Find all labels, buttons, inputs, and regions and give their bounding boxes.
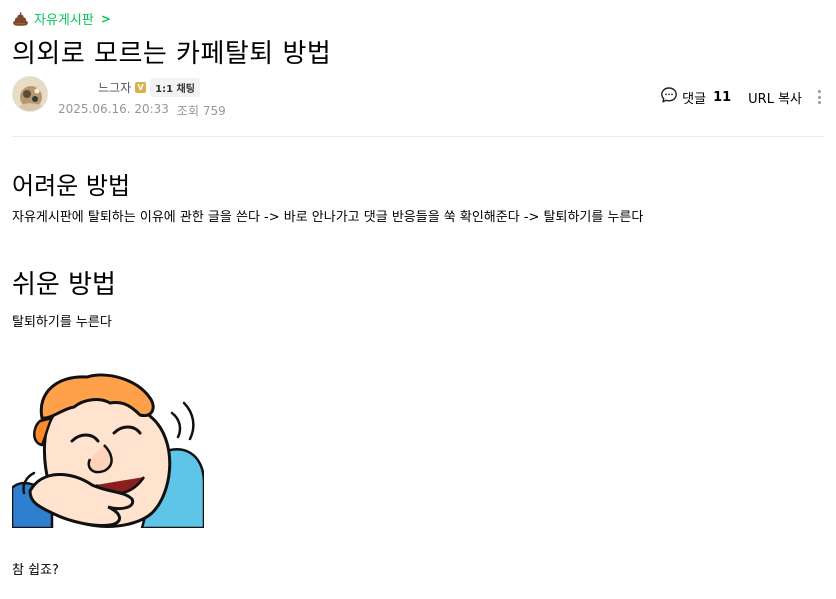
laughing-man-sticker bbox=[12, 373, 204, 528]
comment-label: 댓글 bbox=[682, 91, 707, 107]
post-actions: 댓글 11 URL 복사 bbox=[660, 86, 824, 108]
author-nickname[interactable]: 느그자 bbox=[98, 79, 131, 96]
comment-button[interactable]: 댓글 11 bbox=[660, 86, 731, 108]
author-info: 느그자 V 1:1 채팅 2025.06.16. 20:33 조회 759 댓글… bbox=[12, 76, 824, 118]
chat-button[interactable]: 1:1 채팅 bbox=[150, 78, 200, 97]
avatar[interactable] bbox=[12, 76, 48, 112]
board-link[interactable]: 자유게시판 > bbox=[12, 9, 111, 28]
section-text-hard: 자유게시판에 탈퇴하는 이유에 관한 글을 쓴다 -> 바로 안나가고 댓글 반… bbox=[12, 210, 644, 225]
more-vertical-icon[interactable] bbox=[814, 88, 824, 106]
divider bbox=[12, 136, 824, 137]
badge-letter: V bbox=[137, 82, 144, 92]
section-text-easy: 탈퇴하기를 누른다 bbox=[12, 315, 112, 330]
post-date: 2025.06.16. 20:33 bbox=[58, 102, 169, 116]
post-title: 의외로 모르는 카페탈퇴 방법 bbox=[12, 39, 332, 69]
section-heading-hard: 어려운 방법 bbox=[12, 172, 131, 200]
nickname-line: 느그자 V 1:1 채팅 bbox=[98, 78, 200, 97]
comment-count: 11 bbox=[713, 89, 732, 105]
speech-bubble-icon bbox=[660, 86, 678, 108]
closing-text: 참 쉽죠? bbox=[12, 563, 59, 578]
section-heading-easy: 쉬운 방법 bbox=[12, 270, 116, 300]
view-count: 조회 759 bbox=[176, 104, 226, 118]
url-copy-button[interactable]: URL 복사 bbox=[748, 88, 802, 107]
verified-badge-icon: V bbox=[135, 82, 147, 93]
chevron-right-icon: > bbox=[100, 11, 111, 26]
board-name[interactable]: 자유게시판 bbox=[34, 9, 94, 28]
poop-icon bbox=[12, 11, 29, 27]
post-meta: 2025.06.16. 20:33 조회 759 bbox=[58, 102, 226, 119]
